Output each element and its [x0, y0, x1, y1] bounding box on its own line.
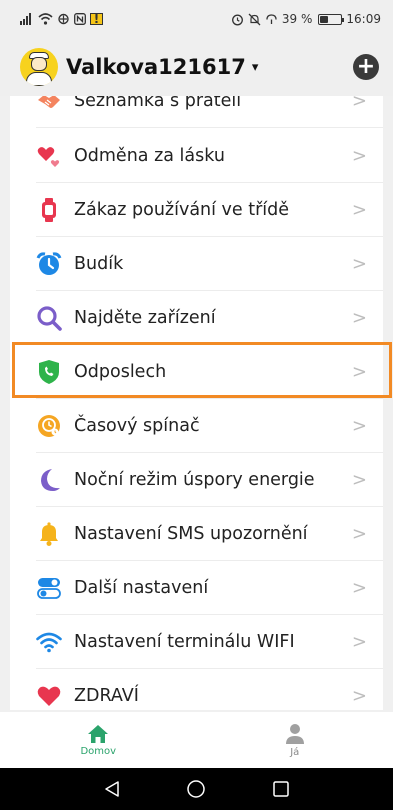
menu-item-alarm[interactable]: Budík >: [10, 237, 383, 291]
heart-icon: [36, 683, 62, 709]
chevron-right-icon: >: [351, 415, 367, 437]
menu-item-label: Noční režim úspory energie: [74, 470, 315, 490]
menu-item-love-reward[interactable]: Odměna za lásku >: [10, 129, 383, 183]
chevron-right-icon: >: [351, 199, 367, 221]
home-circle-icon[interactable]: [186, 779, 206, 799]
divider: [36, 127, 383, 128]
chevron-right-icon: >: [351, 469, 367, 491]
mute-icon: [248, 13, 261, 25]
chevron-right-icon: >: [351, 361, 367, 383]
battery-fill: [320, 15, 329, 23]
menu-item-timer-switch[interactable]: Časový spínač >: [10, 399, 383, 453]
tab-home[interactable]: Domov: [0, 712, 197, 768]
menu-item-wifi-terminal[interactable]: Nastavení terminálu WIFI >: [10, 615, 383, 669]
alarm-clock-icon: [36, 251, 62, 277]
chevron-right-icon: >: [351, 253, 367, 275]
hearts-icon: [36, 143, 62, 169]
status-bar: ! 39 % 16:09: [0, 0, 393, 38]
menu-item-label: Nastavení SMS upozornění: [74, 524, 308, 544]
tab-me[interactable]: Já: [197, 712, 393, 768]
tab-label: Domov: [80, 745, 117, 757]
signal-icon: [20, 13, 31, 25]
clock: 16:09: [346, 12, 381, 26]
back-icon[interactable]: [103, 780, 121, 798]
alarm-icon: [231, 14, 243, 25]
magnifier-icon: [36, 305, 62, 331]
chevron-right-icon: >: [351, 96, 367, 112]
chevron-right-icon: >: [351, 145, 367, 167]
avatar[interactable]: [20, 48, 58, 86]
chevron-down-icon[interactable]: ▾: [252, 60, 259, 75]
chevron-right-icon: >: [351, 307, 367, 329]
tab-label: Já: [290, 746, 300, 758]
chevron-right-icon: >: [351, 631, 367, 653]
nfc-icon: [74, 13, 86, 25]
system-nav-bar: [0, 768, 393, 810]
username-label[interactable]: Valkova121617: [66, 55, 246, 79]
app-header: Valkova121617 ▾ +: [0, 38, 393, 96]
status-right: 39 % 16:09: [231, 12, 381, 26]
add-device-button[interactable]: +: [353, 54, 379, 80]
data-icon: [266, 13, 277, 24]
plus-icon: +: [356, 54, 376, 79]
avatar-body: [26, 72, 52, 86]
handshake-icon: [36, 96, 62, 114]
chevron-right-icon: >: [351, 685, 367, 707]
toggle-settings-icon: [36, 575, 62, 601]
menu-item-label: Seznamka s přáteli: [74, 96, 242, 111]
menu-item-label: Odměna za lásku: [74, 146, 225, 166]
tab-bar: Domov Já: [0, 712, 393, 768]
warning-icon: !: [90, 13, 103, 25]
chevron-right-icon: >: [351, 523, 367, 545]
menu-item-label: Nastavení terminálu WIFI: [74, 632, 295, 652]
home-icon: [88, 724, 109, 743]
menu-item-label: Budík: [74, 254, 124, 274]
menu-item-label: ZDRAVÍ: [74, 686, 139, 706]
menu-item-sms-alerts[interactable]: Nastavení SMS upozornění >: [10, 507, 383, 561]
menu-item-label: Zákaz používání ve třídě: [74, 200, 290, 220]
menu-item-more-settings[interactable]: Další nastavení >: [10, 561, 383, 615]
chevron-right-icon: >: [351, 577, 367, 599]
watch-icon: [36, 197, 62, 223]
menu-item-label: Další nastavení: [74, 578, 209, 598]
settings-list: Seznamka s přáteli > Odměna za lásku > Z…: [10, 96, 383, 710]
menu-item-class-ban[interactable]: Zákaz používání ve třídě >: [10, 183, 383, 237]
menu-item-monitor[interactable]: Odposlech >: [10, 345, 383, 399]
bell-icon: [36, 521, 62, 547]
menu-item-night-mode[interactable]: Noční režim úspory energie >: [10, 453, 383, 507]
sync-icon: [58, 13, 69, 25]
menu-item-find-device[interactable]: Najděte zařízení >: [10, 291, 383, 345]
moon-icon: [36, 467, 62, 493]
menu-item-label: Časový spínač: [74, 416, 200, 436]
avatar-face: [31, 57, 47, 71]
menu-item-label: Odposlech: [74, 362, 167, 382]
status-left: !: [20, 13, 103, 25]
menu-item-health[interactable]: ZDRAVÍ >: [10, 669, 383, 710]
battery-icon: [318, 13, 345, 25]
wifi-icon: [38, 13, 53, 25]
menu-item-label: Najděte zařízení: [74, 308, 216, 328]
recents-icon[interactable]: [272, 780, 290, 798]
menu-item-friends[interactable]: Seznamka s přáteli >: [10, 96, 383, 128]
battery-text: 39 %: [281, 12, 313, 26]
person-icon: [285, 723, 304, 744]
wifi-signal-icon: [36, 629, 62, 655]
phone-shield-icon: [36, 359, 62, 385]
timer-icon: [36, 413, 62, 439]
